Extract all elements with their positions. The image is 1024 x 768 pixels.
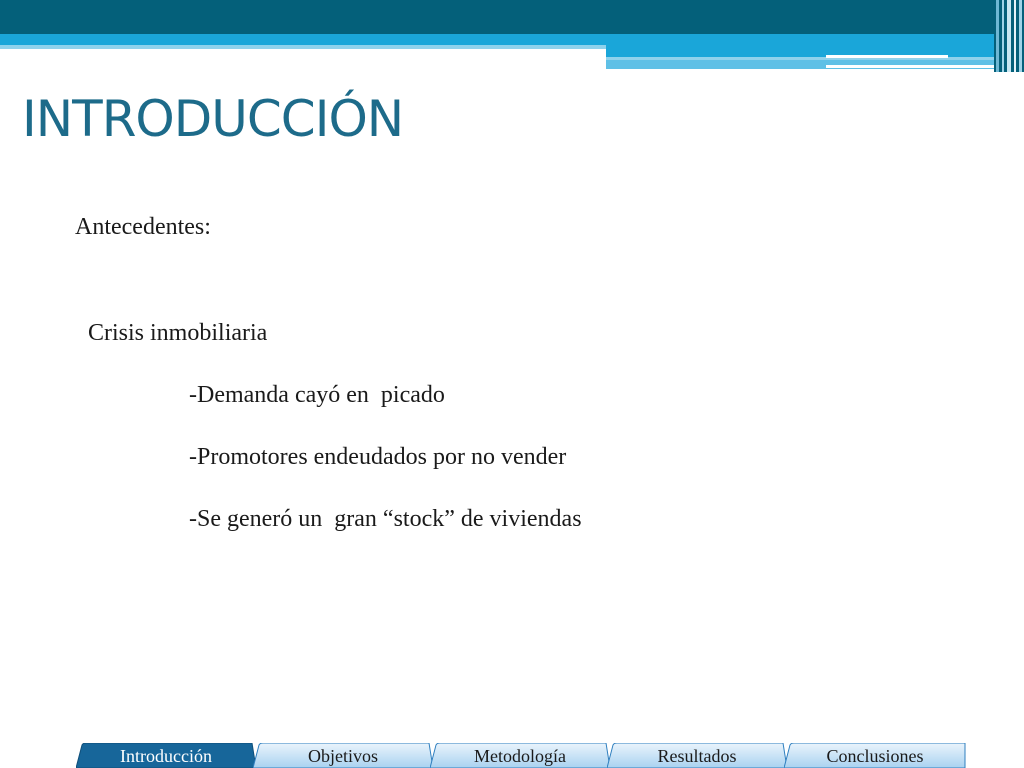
- nav-tab-label: Conclusiones: [826, 746, 924, 766]
- section-subtitle: Antecedentes:: [75, 214, 211, 240]
- bullet-item: -Demanda cayó en picado: [189, 382, 445, 408]
- bullet-item: -Se generó un gran “stock” de viviendas: [189, 506, 582, 532]
- section-nav: Introducción Objetivos Metodología Resul…: [76, 743, 966, 768]
- slide-title: INTRODUCCIÓN: [22, 90, 404, 148]
- nav-tab-conclusiones[interactable]: Conclusiones: [784, 743, 966, 768]
- nav-tab-metodologia[interactable]: Metodología: [430, 743, 610, 768]
- nav-tab-label: Introducción: [120, 746, 212, 766]
- nav-tab-objetivos[interactable]: Objetivos: [253, 743, 433, 768]
- topic-heading: Crisis inmobiliaria: [88, 320, 268, 346]
- nav-tab-resultados[interactable]: Resultados: [607, 743, 787, 768]
- header-band: [0, 0, 1024, 72]
- bullet-item: -Promotores endeudados por no vender: [189, 444, 567, 470]
- nav-tab-introduccion[interactable]: Introducción: [76, 743, 256, 768]
- nav-tab-label: Metodología: [474, 746, 566, 766]
- nav-tab-label: Objetivos: [308, 746, 378, 766]
- nav-tab-label: Resultados: [657, 746, 737, 766]
